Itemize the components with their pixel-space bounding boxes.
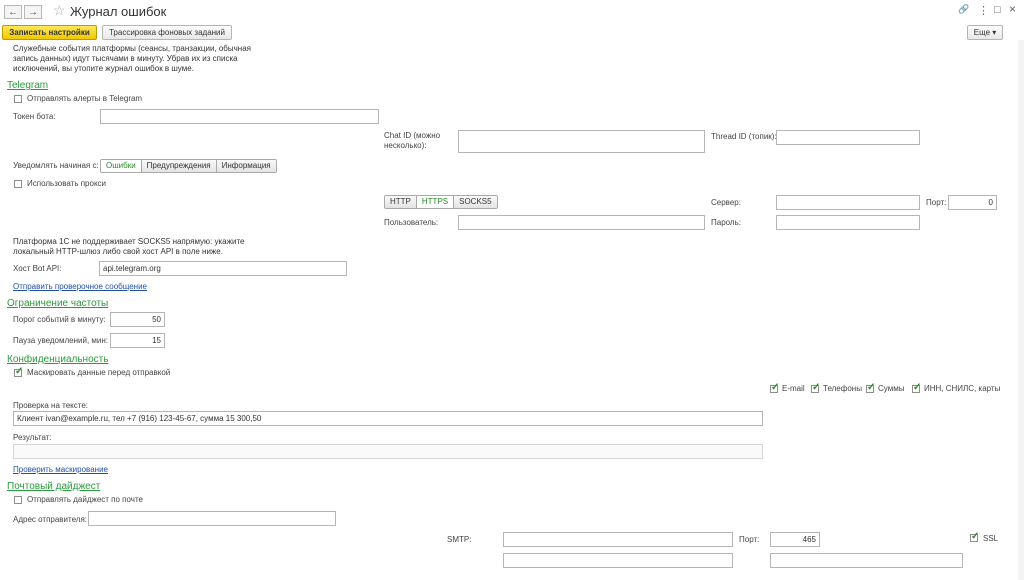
smtp-port-input[interactable]	[770, 532, 820, 547]
token-label: Токен бота:	[13, 112, 56, 121]
proxy-port-input[interactable]	[948, 195, 997, 210]
mask-email-checkbox[interactable]	[770, 382, 779, 393]
result-label: Результат:	[13, 433, 52, 442]
proxy-http[interactable]: HTTP	[385, 196, 417, 208]
send-alerts-label: Отправлять алерты в Telegram	[27, 94, 143, 103]
mask-phones-checkbox[interactable]	[811, 382, 820, 393]
mask-sums-label: Суммы	[878, 384, 905, 393]
maximize-icon[interactable]: □	[994, 4, 1001, 16]
vertical-scrollbar[interactable]	[1018, 40, 1024, 580]
more-button[interactable]: Еще ▾	[967, 25, 1003, 40]
next-row-input[interactable]	[503, 553, 733, 568]
result-output	[13, 444, 763, 459]
thread-id-label: Thread ID (топик):	[711, 132, 777, 141]
smtp-input[interactable]	[503, 532, 733, 547]
link-icon[interactable]: 🔗	[958, 4, 969, 15]
mask-data-label: Маскировать данные перед отправкой	[27, 368, 171, 377]
section-privacy: Конфиденциальность	[7, 354, 109, 365]
level-selector[interactable]: Ошибки Предупреждения Информация	[100, 159, 277, 173]
level-warnings[interactable]: Предупреждения	[141, 160, 217, 172]
trace-jobs-button[interactable]: Трассировка фоновых заданий	[102, 25, 232, 40]
threshold-label: Порог событий в минуту:	[13, 315, 106, 324]
send-digest-label: Отправлять дайджест по почте	[27, 495, 143, 504]
use-proxy-label: Использовать прокси	[27, 179, 106, 188]
send-digest-checkbox[interactable]	[14, 496, 22, 504]
server-input[interactable]	[776, 195, 920, 210]
mask-ids-checkbox[interactable]	[912, 382, 921, 393]
check-text-input[interactable]	[13, 411, 763, 426]
server-label: Сервер:	[711, 198, 741, 207]
arrow-right-icon: →	[28, 7, 38, 18]
user-label: Пользователь:	[384, 218, 439, 227]
ssl-label: SSL	[983, 534, 999, 543]
level-errors[interactable]: Ошибки	[101, 160, 142, 172]
sender-input[interactable]	[88, 511, 336, 526]
smtp-port-label: Порт:	[739, 535, 760, 544]
pause-input[interactable]	[110, 333, 165, 348]
sender-label: Адрес отправителя:	[13, 515, 87, 524]
socks-note: Платформа 1С не поддерживает SOCKS5 напр…	[13, 237, 245, 256]
thread-id-input[interactable]	[776, 130, 920, 145]
forward-button[interactable]: →	[24, 5, 42, 19]
mask-phones-label: Телефоны	[823, 384, 862, 393]
intro-text: Служебные события платформы (сеансы, тра…	[13, 44, 252, 73]
password-label: Пароль:	[711, 218, 741, 227]
notify-from-label: Уведомлять начиная с:	[13, 161, 99, 170]
section-rate-limit: Ограничение частоты	[7, 298, 109, 309]
page-title: Журнал ошибок	[70, 4, 167, 19]
section-telegram: Telegram	[7, 80, 49, 91]
section-mail-digest: Почтовый дайджест	[7, 481, 101, 492]
level-info[interactable]: Информация	[216, 160, 276, 172]
api-host-input[interactable]	[99, 261, 347, 276]
smtp-label: SMTP:	[447, 535, 472, 544]
token-input[interactable]	[100, 109, 379, 124]
password-input[interactable]	[776, 215, 920, 230]
chat-id-input[interactable]	[458, 130, 705, 153]
send-test-message-link[interactable]: Отправить проверочное сообщение	[13, 282, 147, 291]
more-vertical-icon[interactable]: ⋮	[978, 4, 989, 17]
user-input[interactable]	[458, 215, 705, 230]
threshold-input[interactable]	[110, 312, 165, 327]
check-text-label: Проверка на тексте:	[13, 401, 89, 410]
close-icon[interactable]: ×	[1009, 2, 1016, 16]
next-row-input-right[interactable]	[770, 553, 963, 568]
pause-label: Пауза уведомлений, мин:	[13, 336, 109, 345]
mask-email-label: E-mail	[782, 384, 805, 393]
save-settings-button[interactable]: Записать настройки	[2, 25, 97, 40]
mask-sums-checkbox[interactable]	[866, 382, 875, 393]
proxy-socks5[interactable]: SOCKS5	[454, 196, 497, 208]
chat-id-label: Chat ID (можно несколько):	[384, 131, 441, 150]
proxy-port-label: Порт:	[926, 198, 947, 207]
ssl-checkbox[interactable]	[970, 531, 979, 542]
star-icon[interactable]: ☆	[53, 2, 66, 19]
proxy-type-selector[interactable]: HTTP HTTPS SOCKS5	[384, 195, 498, 209]
mask-data-checkbox[interactable]	[14, 366, 23, 377]
send-alerts-checkbox[interactable]	[14, 95, 22, 103]
use-proxy-checkbox[interactable]	[14, 180, 22, 188]
proxy-https[interactable]: HTTPS	[416, 196, 455, 208]
check-masking-link[interactable]: Проверить маскирование	[13, 465, 108, 474]
back-button[interactable]: ←	[4, 5, 22, 19]
arrow-left-icon: ←	[8, 7, 18, 18]
mask-ids-label: ИНН, СНИЛС, карты	[924, 384, 1001, 393]
api-host-label: Хост Bot API:	[13, 264, 62, 273]
